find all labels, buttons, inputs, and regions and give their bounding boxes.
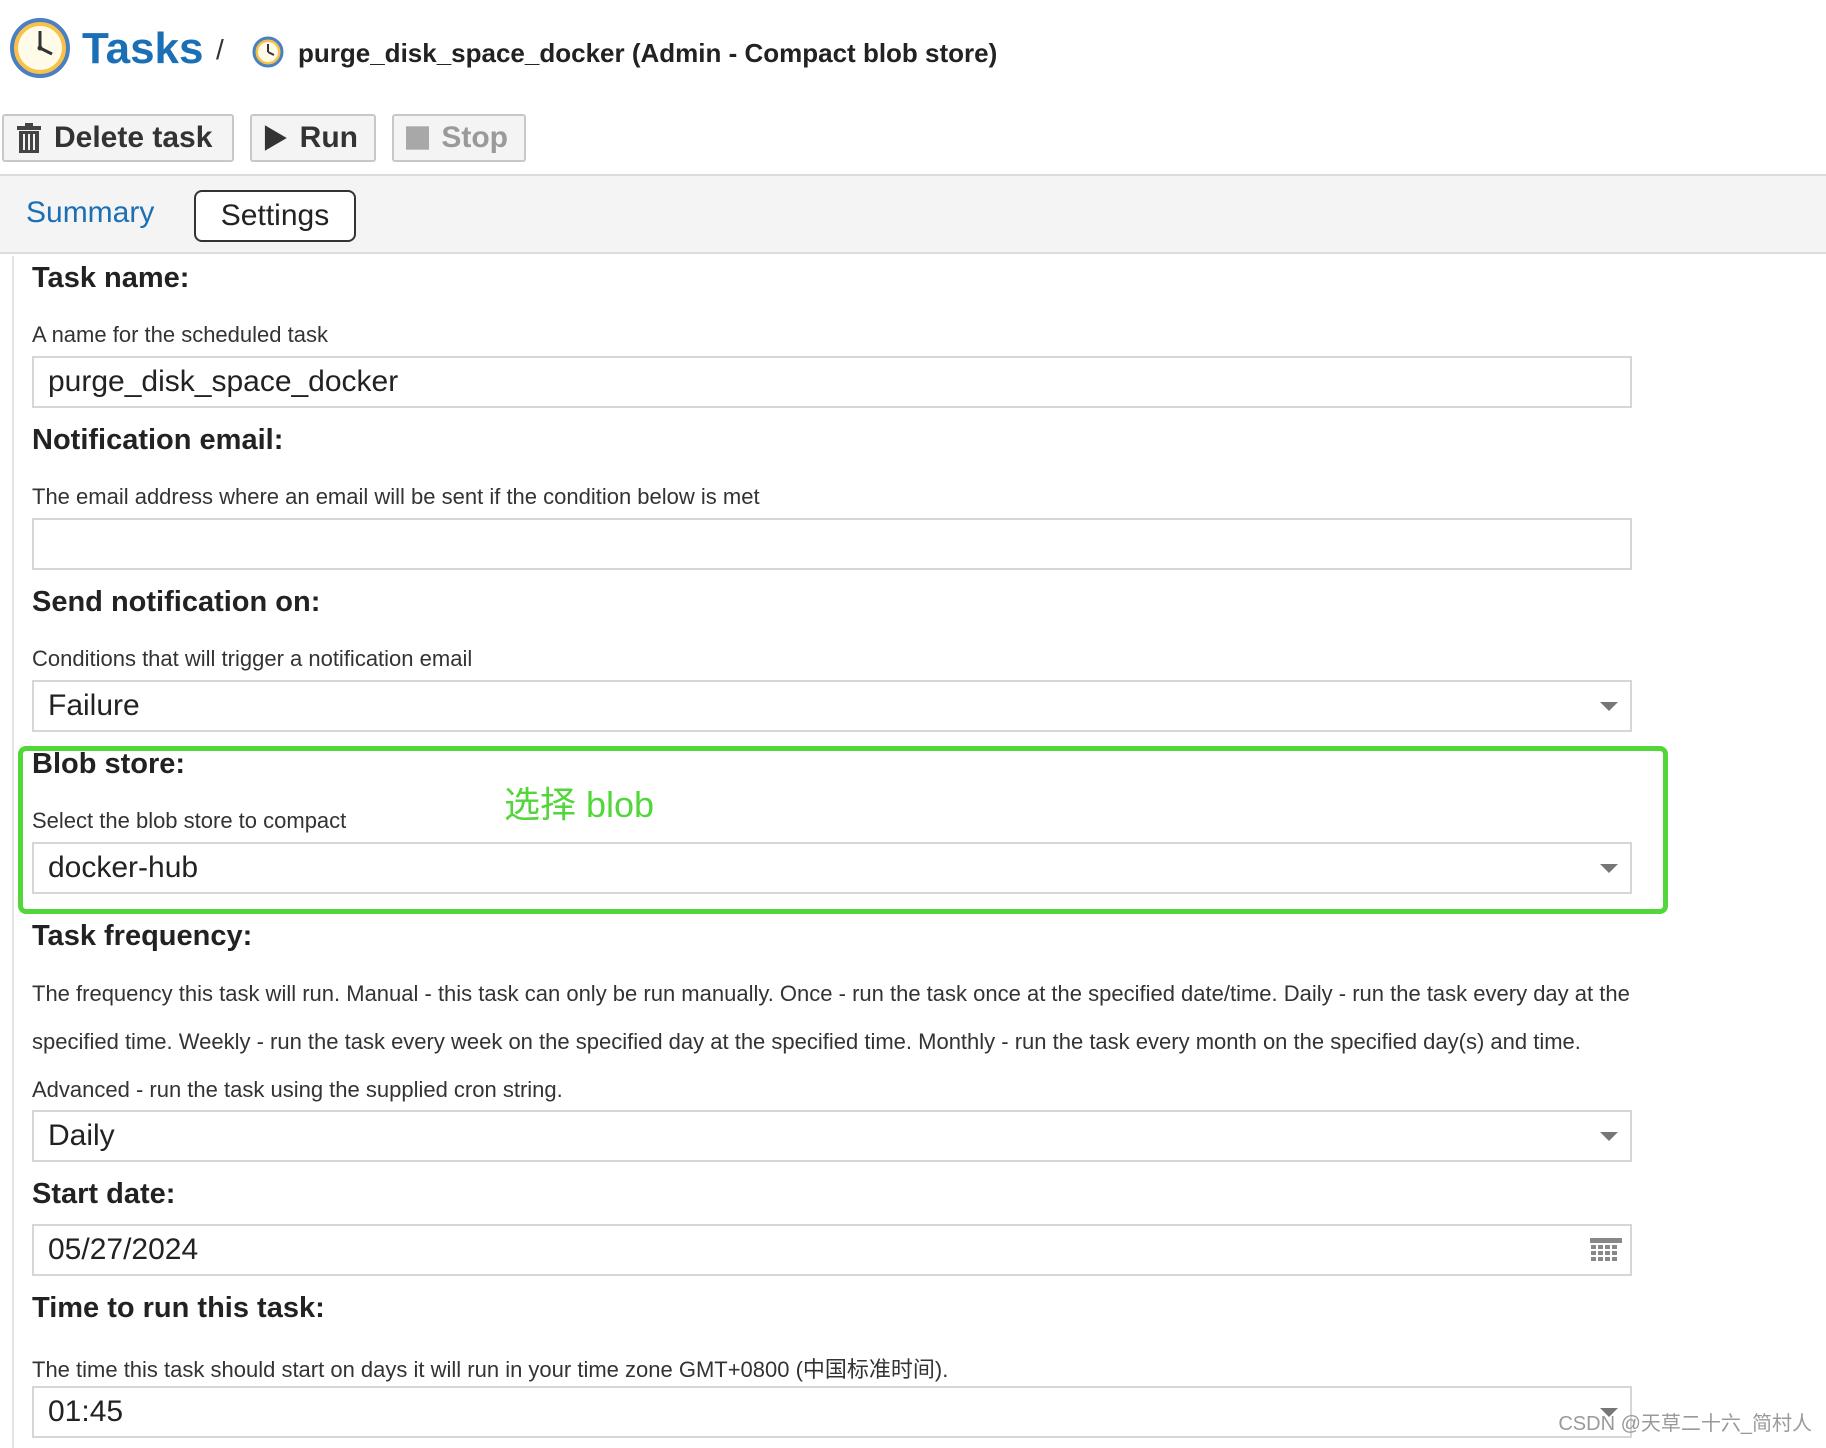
task-clock-icon xyxy=(252,36,284,68)
watermark: CSDN @天草二十六_简村人 xyxy=(1558,1413,1812,1435)
breadcrumb-separator: / xyxy=(216,34,224,65)
tab-bar: Summary Settings xyxy=(0,174,1826,254)
task-name-label: Task name: xyxy=(32,262,190,294)
start-date-label: Start date: xyxy=(32,1178,176,1210)
task-name-help: A name for the scheduled task xyxy=(32,322,328,347)
task-frequency-help: The frequency this task will run. Manual… xyxy=(32,981,1630,1102)
send-notification-value: Failure xyxy=(48,689,140,722)
task-frequency-select[interactable]: Daily xyxy=(32,1110,1632,1162)
breadcrumb-tasks-link[interactable]: Tasks xyxy=(82,24,204,74)
page-header: Tasks / purge_disk_space_docker (Admin -… xyxy=(0,0,1826,100)
delete-task-label: Delete task xyxy=(54,121,213,154)
chevron-down-icon xyxy=(1600,702,1618,711)
time-to-run-help: The time this task should start on days … xyxy=(32,1357,949,1382)
task-frequency-label: Task frequency: xyxy=(32,920,253,952)
play-icon xyxy=(264,125,287,151)
notification-email-label: Notification email: xyxy=(32,424,284,456)
send-notification-label: Send notification on: xyxy=(32,586,321,618)
start-date-value: 05/27/2024 xyxy=(48,1233,199,1266)
blob-store-highlight-box xyxy=(18,746,1668,914)
delete-task-button[interactable]: Delete task xyxy=(2,114,234,162)
calendar-icon[interactable] xyxy=(1590,1238,1622,1266)
time-to-run-value: 01:45 xyxy=(48,1395,124,1428)
task-name-input[interactable]: purge_disk_space_docker xyxy=(32,356,1632,408)
trash-icon xyxy=(17,123,41,153)
stop-label: Stop xyxy=(441,121,508,154)
run-button[interactable]: Run xyxy=(250,114,376,162)
send-notification-help: Conditions that will trigger a notificat… xyxy=(32,646,473,671)
send-notification-select[interactable]: Failure xyxy=(32,680,1632,732)
run-label: Run xyxy=(299,121,358,154)
stop-button[interactable]: Stop xyxy=(392,114,526,162)
stop-icon xyxy=(406,126,430,150)
tab-summary[interactable]: Summary xyxy=(26,196,154,230)
tab-settings[interactable]: Settings xyxy=(194,190,356,242)
start-date-input[interactable]: 05/27/2024 xyxy=(32,1224,1632,1276)
chevron-down-icon xyxy=(1600,1132,1618,1141)
annotation-text: 选择 blob xyxy=(504,784,655,825)
clock-icon xyxy=(10,18,70,78)
notification-email-help: The email address where an email will be… xyxy=(32,484,760,509)
page-title: purge_disk_space_docker (Admin - Compact… xyxy=(298,38,998,68)
time-to-run-select[interactable]: 01:45 xyxy=(32,1386,1632,1438)
task-frequency-value: Daily xyxy=(48,1119,115,1152)
time-to-run-label: Time to run this task: xyxy=(32,1292,325,1324)
task-name-value: purge_disk_space_docker xyxy=(48,365,399,398)
notification-email-input[interactable] xyxy=(32,518,1632,570)
